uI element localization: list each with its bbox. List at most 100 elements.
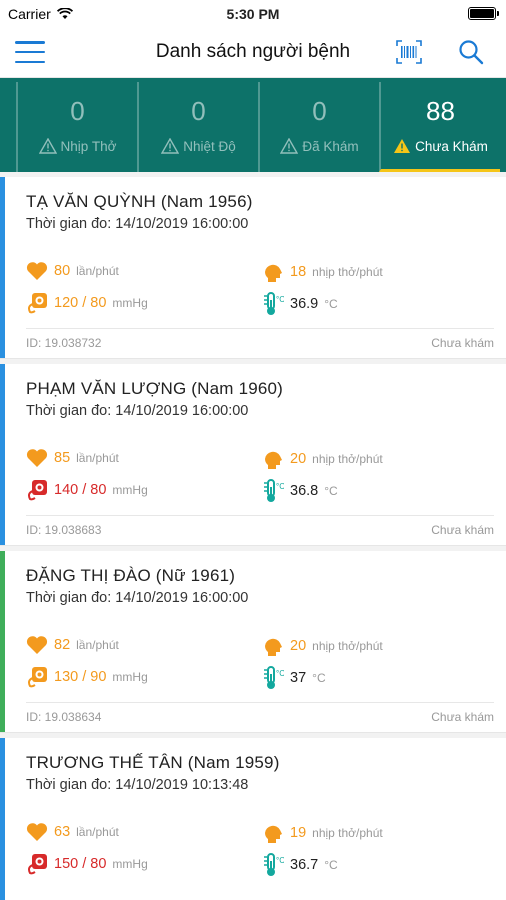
tab-label: Đã Khám (302, 138, 359, 154)
patient-name: TẠ VĂN QUỲNH (Nam 1956) (26, 192, 253, 211)
svg-text:°C: °C (276, 669, 284, 678)
blood-pressure: 140 / 80 mmHg (26, 479, 148, 501)
heart-rate: 85 lần/phút (26, 448, 119, 468)
search-icon[interactable] (458, 39, 484, 65)
blood-pressure-unit: mmHg (112, 670, 148, 684)
temperature-unit: °C (324, 297, 338, 311)
tab-label: Nhịp Thở (60, 138, 117, 154)
heart-rate-value: 63 (54, 824, 71, 840)
status-time: 5:30 PM (226, 6, 280, 22)
warning-icon (161, 138, 180, 154)
temperature-value: 36.9 (290, 296, 319, 312)
tab-label: Nhiệt Độ (183, 138, 236, 154)
measure-time: Thời gian đo: 14/10/2019 16:00:00 (26, 216, 249, 232)
blood-pressure-unit: mmHg (112, 296, 148, 310)
tab-count: 0 (191, 96, 206, 126)
patient-card[interactable]: PHẠM VĂN LƯỢNG (Nam 1960) Thời gian đo: … (0, 364, 506, 546)
tab-count: 0 (70, 96, 85, 126)
blood-pressure-value: 120 / 80 (54, 295, 107, 311)
respiration-value: 18 (290, 264, 307, 280)
patient-list: TẠ VĂN QUỲNH (Nam 1956) Thời gian đo: 14… (0, 177, 506, 900)
heart-rate: 80 lần/phút (26, 261, 119, 281)
warning-icon (394, 139, 411, 153)
temperature-value: 37 (290, 670, 307, 686)
respiration-unit: nhịp thở/phút (312, 639, 383, 653)
tab-nhiet-do[interactable]: 0 Nhiệt Độ (137, 82, 258, 172)
respiration-unit: nhịp thở/phút (312, 826, 383, 840)
blood-pressure-value: 150 / 80 (54, 856, 107, 872)
barcode-scan-icon[interactable] (396, 40, 422, 64)
thermometer-icon: °C (264, 853, 284, 876)
divider (26, 515, 494, 516)
blood-pressure-unit: mmHg (112, 483, 148, 497)
tab-da-kham[interactable]: 0 Đã Khám (258, 82, 379, 172)
status-color-bar (0, 177, 5, 358)
exam-status: Chưa khám (431, 336, 494, 350)
temperature: °C 36.9 °C (262, 292, 338, 316)
blood-pressure-value: 140 / 80 (54, 482, 107, 498)
thermometer-icon: °C (264, 479, 284, 502)
patient-card[interactable]: TẠ VĂN QUỲNH (Nam 1956) Thời gian đo: 14… (0, 177, 506, 359)
heart-rate-unit: lần/phút (76, 638, 119, 652)
blood-pressure-icon (28, 667, 47, 688)
tab-count: 0 (312, 96, 327, 126)
divider (26, 702, 494, 703)
heart-rate-unit: lần/phút (76, 264, 119, 278)
temperature: °C 36.7 °C (262, 853, 338, 877)
respiration-unit: nhịp thở/phút (312, 265, 383, 279)
tab-chua-kham[interactable]: 88 Chưa Khám (379, 82, 500, 172)
heart-icon (26, 262, 48, 280)
respiration-rate: 19 nhịp thở/phút (262, 822, 383, 844)
blood-pressure: 120 / 80 mmHg (26, 292, 148, 314)
svg-text:°C: °C (276, 482, 284, 491)
status-bar: Carrier 5:30 PM (0, 0, 506, 28)
tab-label: Chưa Khám (415, 138, 488, 154)
respiration-value: 19 (290, 825, 307, 841)
breathing-head-icon (265, 451, 282, 469)
patient-name: ĐẶNG THỊ ĐÀO (Nữ 1961) (26, 566, 236, 585)
measure-time: Thời gian đo: 14/10/2019 16:00:00 (26, 590, 249, 606)
tab-label-wrap: Chưa Khám (393, 138, 488, 154)
temperature-value: 36.7 (290, 857, 319, 873)
heart-rate-value: 85 (54, 450, 71, 466)
exam-status: Chưa khám (431, 523, 494, 537)
temperature-unit: °C (312, 671, 326, 685)
tab-nhip-tho[interactable]: 0 Nhịp Thở (16, 82, 137, 172)
respiration-rate: 20 nhịp thở/phút (262, 448, 383, 470)
patient-card[interactable]: TRƯƠNG THẾ TÂN (Nam 1959) Thời gian đo: … (0, 738, 506, 900)
respiration-rate: 18 nhịp thở/phút (262, 261, 383, 283)
patient-card[interactable]: ĐẶNG THỊ ĐÀO (Nữ 1961) Thời gian đo: 14/… (0, 551, 506, 733)
breathing-head-icon (265, 825, 282, 843)
patient-id: ID: 19.038683 (26, 523, 102, 537)
blood-pressure-value: 130 / 90 (54, 669, 107, 685)
patient-name: TRƯƠNG THẾ TÂN (Nam 1959) (26, 753, 280, 772)
blood-pressure: 130 / 90 mmHg (26, 666, 148, 688)
nav-bar: Danh sách người bệnh (0, 28, 506, 78)
tab-label-wrap: Nhịp Thở (38, 138, 117, 154)
status-color-bar (0, 364, 5, 545)
heart-rate: 63 lần/phút (26, 822, 119, 842)
respiration-value: 20 (290, 638, 307, 654)
blood-pressure-icon (28, 854, 47, 875)
heart-rate-value: 82 (54, 637, 71, 653)
svg-text:°C: °C (276, 295, 284, 304)
heart-icon (26, 449, 48, 467)
measure-time: Thời gian đo: 14/10/2019 10:13:48 (26, 777, 249, 793)
status-color-bar (0, 551, 5, 732)
heart-rate-unit: lần/phút (76, 451, 119, 465)
patient-name: PHẠM VĂN LƯỢNG (Nam 1960) (26, 379, 284, 398)
tab-label-wrap: Nhiệt Độ (161, 138, 236, 154)
warning-icon (280, 138, 299, 154)
patient-id: ID: 19.038732 (26, 336, 102, 350)
filter-tabs: 0 Nhịp Thở 0 Nhiệt Độ 0 Đã Khám 88 Chưa … (0, 78, 506, 172)
temperature: °C 36.8 °C (262, 479, 338, 503)
blood-pressure-icon (28, 293, 47, 314)
divider (26, 328, 494, 329)
thermometer-icon: °C (264, 292, 284, 315)
thermometer-icon: °C (264, 666, 284, 689)
blood-pressure: 150 / 80 mmHg (26, 853, 148, 875)
measure-time: Thời gian đo: 14/10/2019 16:00:00 (26, 403, 249, 419)
battery-icon (468, 7, 499, 20)
tab-count: 88 (426, 96, 455, 126)
breathing-head-icon (265, 264, 282, 282)
